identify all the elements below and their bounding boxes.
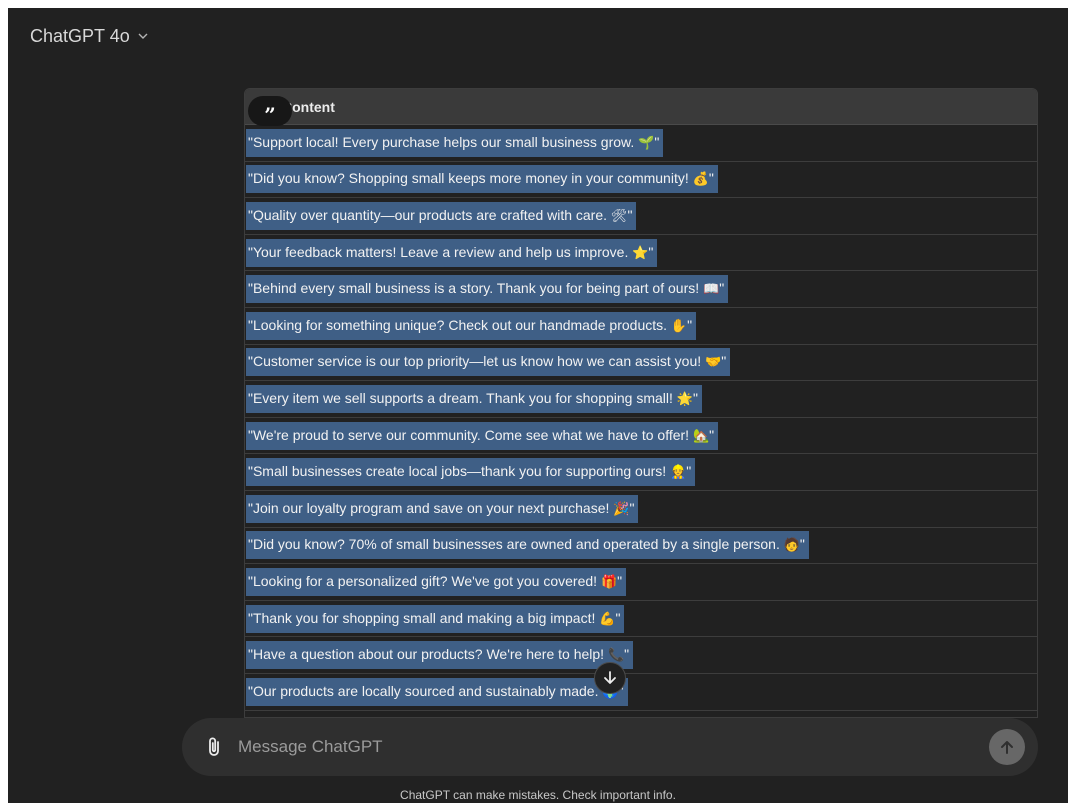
- emoji-icon: ✋: [670, 318, 688, 334]
- emoji-icon: ⭐: [632, 245, 649, 261]
- quote-icon: ”: [264, 103, 276, 127]
- closing-quote: ": [721, 353, 727, 370]
- emoji-icon: 💪: [599, 611, 616, 627]
- table-row: "Support local! Every purchase helps our…: [245, 125, 1037, 162]
- closing-quote: ": [709, 426, 715, 443]
- table-cell: "Thank you for shopping small and making…: [246, 604, 625, 633]
- cell-text: "Join our loyalty program and save on yo…: [248, 499, 614, 516]
- closing-quote: ": [617, 572, 623, 589]
- table-row: "Did you know? Shopping small keeps more…: [245, 162, 1037, 199]
- arrow-down-icon: [604, 671, 616, 684]
- table-row: "Join our loyalty program and save on yo…: [245, 491, 1037, 528]
- content-table: Content "Support local! Every purchase h…: [244, 88, 1038, 718]
- closing-quote: ": [615, 609, 621, 626]
- emoji-icon: 📖: [703, 282, 720, 298]
- emoji-icon: 🧑: [783, 538, 800, 554]
- emoji-icon: 🎉: [613, 501, 630, 517]
- table-header: Content: [245, 89, 1037, 125]
- cell-text: "Did you know? Shopping small keeps more…: [248, 170, 693, 187]
- model-selector[interactable]: ChatGPT 4o: [30, 22, 148, 50]
- attach-button[interactable]: [202, 735, 226, 759]
- table-row: "Thank you for shopping small and making…: [245, 601, 1037, 638]
- table-row: "We're proud to serve our community. Com…: [245, 418, 1037, 455]
- table-row: "Behind every small business is a story.…: [245, 271, 1037, 308]
- emoji-icon: 💰: [692, 172, 709, 188]
- cell-text: "Customer service is our top priority—le…: [248, 353, 706, 370]
- cell-text: "Thank you for shopping small and making…: [248, 609, 600, 626]
- emoji-icon: 🌟: [676, 391, 693, 407]
- chevron-down-icon: [138, 33, 148, 39]
- table-body: "Support local! Every purchase helps our…: [245, 125, 1037, 711]
- closing-quote: ": [799, 536, 805, 553]
- table-cell: "Customer service is our top priority—le…: [246, 348, 731, 377]
- table-cell: "Behind every small business is a story.…: [246, 275, 729, 304]
- cell-text: "Our products are locally sourced and su…: [248, 682, 603, 699]
- closing-quote: ": [624, 646, 630, 663]
- emoji-icon: 🛠: [610, 208, 628, 224]
- cell-text: "Small businesses create local jobs—than…: [248, 463, 671, 480]
- message-composer: [182, 718, 1038, 776]
- quote-button[interactable]: ”: [248, 96, 292, 126]
- chat-window: ChatGPT 4o Content "Support local! Every…: [8, 8, 1068, 803]
- table-cell: "Did you know? Shopping small keeps more…: [246, 165, 718, 194]
- table-row: "Did you know? 70% of small businesses a…: [245, 528, 1037, 565]
- cell-text: "Your feedback matters! Leave a review a…: [248, 243, 633, 260]
- table-row: "Customer service is our top priority—le…: [245, 345, 1037, 382]
- paperclip-icon: [209, 737, 219, 756]
- disclaimer-text: ChatGPT can make mistakes. Check importa…: [400, 788, 676, 802]
- cell-text: "Every item we sell supports a dream. Th…: [248, 389, 677, 406]
- emoji-icon: 🤝: [705, 355, 722, 371]
- table-cell: "Did you know? 70% of small businesses a…: [246, 531, 809, 560]
- cell-text: "Looking for something unique? Check out…: [248, 316, 671, 333]
- table-cell: "Your feedback matters! Leave a review a…: [246, 238, 658, 267]
- cell-text: "Looking for a personalized gift? We've …: [248, 572, 601, 589]
- model-label: ChatGPT 4o: [30, 25, 130, 46]
- table-row: "Every item we sell supports a dream. Th…: [245, 381, 1037, 418]
- table-row: "Looking for something unique? Check out…: [245, 308, 1037, 345]
- closing-quote: ": [648, 243, 654, 260]
- table-cell: "Small businesses create local jobs—than…: [246, 458, 696, 487]
- table-row: "Small businesses create local jobs—than…: [245, 454, 1037, 491]
- send-button[interactable]: [989, 729, 1025, 765]
- table-cell: "Every item we sell supports a dream. Th…: [246, 384, 702, 413]
- table-row: "Looking for a personalized gift? We've …: [245, 564, 1037, 601]
- table-cell: "Quality over quantity—our products are …: [246, 201, 637, 230]
- table-row: "Have a question about our products? We'…: [245, 637, 1037, 674]
- arrow-up-icon: [1001, 741, 1013, 754]
- table-cell: "Have a question about our products? We'…: [246, 641, 634, 670]
- emoji-icon: 📞: [607, 648, 625, 664]
- table-cell: "Looking for something unique? Check out…: [246, 311, 697, 340]
- cell-text: "Quality over quantity—our products are …: [248, 206, 611, 223]
- closing-quote: ": [654, 133, 660, 150]
- table-row: "Quality over quantity—our products are …: [245, 198, 1037, 235]
- closing-quote: ": [692, 389, 698, 406]
- closing-quote: ": [719, 280, 725, 297]
- scroll-to-bottom-button[interactable]: [594, 662, 626, 694]
- cell-text: "Support local! Every purchase helps our…: [248, 133, 639, 150]
- closing-quote: ": [708, 170, 714, 187]
- cell-text: "Have a question about our products? We'…: [248, 646, 608, 663]
- table-row: "Your feedback matters! Leave a review a…: [245, 235, 1037, 272]
- cell-text: "We're proud to serve our community. Com…: [248, 426, 693, 443]
- closing-quote: ": [627, 206, 633, 223]
- cell-text: "Behind every small business is a story.…: [248, 280, 704, 297]
- closing-quote: ": [687, 316, 693, 333]
- table-cell: "Support local! Every purchase helps our…: [246, 128, 664, 157]
- cell-text: "Did you know? 70% of small businesses a…: [248, 536, 784, 553]
- emoji-icon: 🏡: [692, 428, 710, 444]
- table-cell: "Our products are locally sourced and su…: [246, 677, 628, 706]
- emoji-icon: 👷: [670, 465, 687, 481]
- emoji-icon: 🎁: [600, 574, 618, 590]
- table-cell: "Join our loyalty program and save on yo…: [246, 494, 639, 523]
- emoji-icon: 🌱: [638, 135, 655, 151]
- message-input[interactable]: [238, 737, 989, 757]
- table-cell: "Looking for a personalized gift? We've …: [246, 567, 627, 596]
- table-cell: "We're proud to serve our community. Com…: [246, 421, 719, 450]
- closing-quote: ": [629, 499, 635, 516]
- table-row: "Our products are locally sourced and su…: [245, 674, 1037, 711]
- closing-quote: ": [686, 463, 692, 480]
